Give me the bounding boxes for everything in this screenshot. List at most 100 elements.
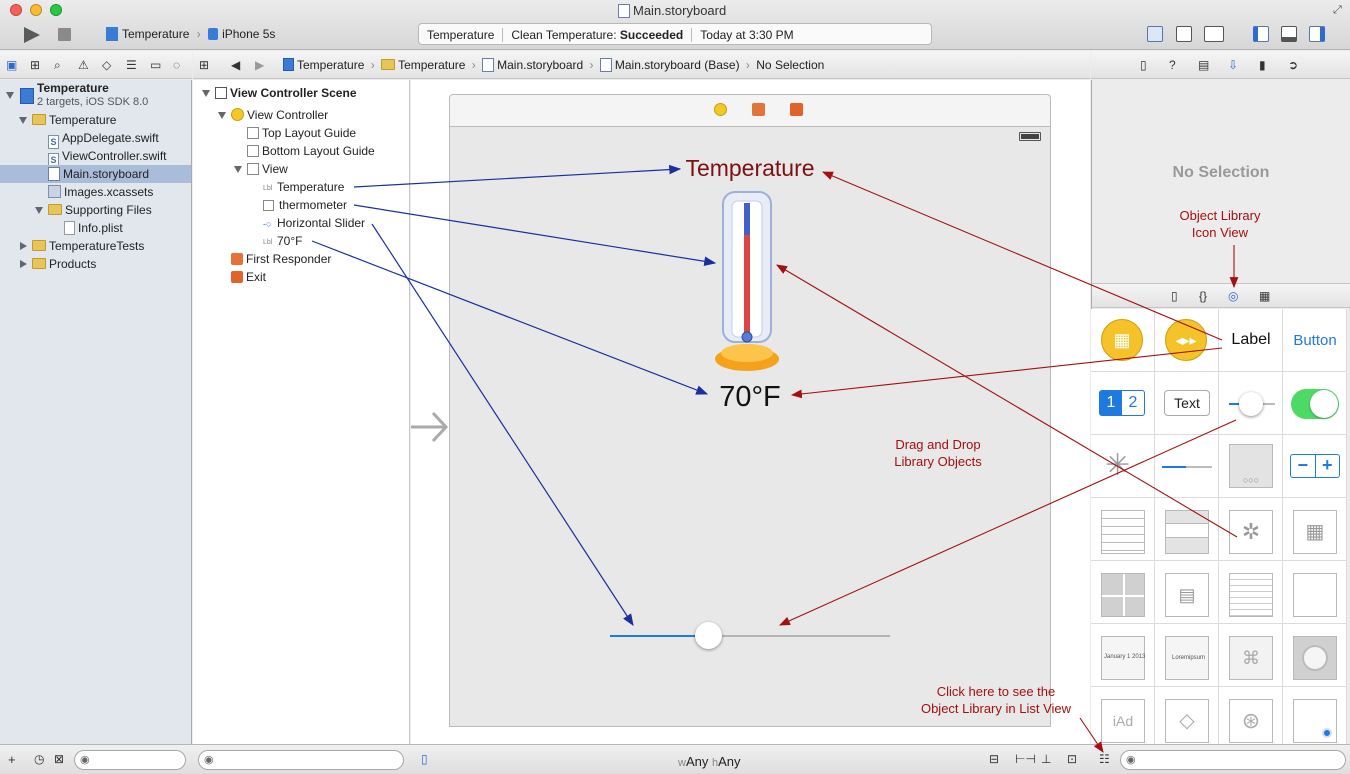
library-item-button[interactable]: Button [1283, 309, 1347, 372]
library-item-text-field[interactable]: Text [1155, 372, 1219, 435]
attributes-inspector-icon[interactable]: ⇩ [1228, 58, 1238, 72]
test-navigator-icon[interactable]: ◇ [102, 58, 111, 72]
toggle-navigator-icon[interactable] [1253, 26, 1269, 42]
outline-item[interactable]: Top Layout Guide [193, 124, 409, 142]
assistant-editor-icon[interactable] [1176, 26, 1192, 42]
tree-item[interactable]: S AppDelegate.swift [0, 129, 191, 149]
zoom-window-button[interactable] [50, 4, 62, 16]
align-icon[interactable]: ⊟ [989, 752, 999, 766]
library-item-date-picker[interactable]: January 1 2013 [1091, 624, 1155, 687]
library-item-collection-cell[interactable] [1091, 561, 1155, 624]
library-item-collection-view[interactable]: ▦ [1283, 498, 1347, 561]
outline-item[interactable]: Lbl 70°F [193, 232, 409, 250]
library-item-map-view[interactable]: ⌘ [1219, 624, 1283, 687]
outline-item[interactable]: Bottom Layout Guide [193, 142, 409, 160]
size-inspector-icon[interactable]: ▮ [1259, 58, 1266, 72]
library-item-table-cell[interactable] [1155, 498, 1219, 561]
outline-item[interactable]: View [193, 160, 409, 178]
minimize-window-button[interactable] [30, 4, 42, 16]
library-item-label[interactable]: Label [1219, 309, 1283, 372]
breadcrumb-selection[interactable]: No Selection [756, 58, 824, 72]
library-item-glkit-view[interactable] [1283, 624, 1347, 687]
list-view-icon[interactable]: ☷ [1099, 752, 1110, 766]
file-template-library-icon[interactable]: ▯ [1171, 289, 1178, 303]
resolve-icon[interactable]: ⊥ [1041, 752, 1051, 766]
find-navigator-icon[interactable]: ⌕ [54, 58, 61, 73]
outline-item[interactable]: First Responder [193, 250, 409, 268]
disclosure-triangle-icon[interactable] [6, 92, 14, 99]
tree-item[interactable]: S ViewController.swift [0, 147, 191, 167]
first-responder-icon[interactable] [752, 103, 765, 116]
view-controller-icon[interactable] [714, 103, 727, 116]
connections-inspector-icon[interactable]: ➲ [1288, 58, 1298, 72]
slider-thumb[interactable] [694, 622, 722, 649]
outline-item[interactable]: -○ Horizontal Slider [193, 214, 409, 232]
resizing-icon[interactable]: ⊡ [1067, 752, 1077, 766]
library-item-ad-banner[interactable]: iAd [1091, 687, 1155, 750]
toggle-utilities-icon[interactable] [1309, 26, 1325, 42]
tree-item[interactable]: TemperatureTests [0, 237, 191, 255]
tree-item[interactable]: Supporting Files [0, 201, 191, 219]
forward-icon[interactable]: ▶ [255, 58, 264, 72]
tree-item[interactable]: Temperature [0, 111, 191, 129]
library-item-switch[interactable] [1283, 372, 1347, 435]
navigator-filter-field[interactable]: ◉ [74, 750, 186, 770]
library-item-table-view[interactable] [1091, 498, 1155, 561]
library-item-container[interactable] [1283, 687, 1347, 750]
fullscreen-icon[interactable]: ⤢ [1333, 4, 1342, 17]
stop-button[interactable] [58, 28, 71, 41]
library-filter-field[interactable]: ◉ [1120, 750, 1346, 770]
library-item-view[interactable] [1283, 561, 1347, 624]
related-items-icon[interactable]: ⊞ [199, 58, 209, 72]
code-snippet-library-icon[interactable]: {} [1199, 289, 1207, 303]
log-navigator-icon[interactable]: ◌ [173, 58, 180, 72]
breakpoint-navigator-icon[interactable]: ▭ [150, 58, 161, 72]
run-button[interactable] [22, 26, 42, 44]
outline-item[interactable]: View Controller [193, 106, 409, 124]
debug-navigator-icon[interactable]: ☰ [126, 58, 137, 72]
library-item-activity-indicator[interactable]: ✳ [1091, 435, 1155, 498]
outline-item[interactable]: Lbl Temperature [193, 178, 409, 196]
library-item-collection-reusable-view[interactable]: ▤ [1155, 561, 1219, 624]
object-library-icon[interactable]: ◎ [1228, 289, 1238, 303]
quick-help-icon[interactable]: ? [1169, 58, 1176, 72]
outline-item[interactable]: Exit [193, 268, 409, 286]
library-item-stepper[interactable]: − + [1283, 435, 1347, 498]
library-item-view-controller[interactable]: ▦ [1091, 309, 1155, 372]
breadcrumb-group[interactable]: Temperature [398, 58, 465, 72]
tree-item-selected[interactable]: Main.storyboard [0, 165, 191, 183]
thermometer-image[interactable] [712, 191, 782, 373]
standard-editor-icon[interactable] [1147, 26, 1163, 42]
breadcrumb-file[interactable]: Main.storyboard [497, 58, 583, 72]
tree-item[interactable]: Images.xcassets [0, 183, 191, 201]
toggle-debug-area-icon[interactable] [1281, 26, 1297, 42]
library-item-slider[interactable] [1219, 372, 1283, 435]
size-class-selector[interactable]: wAny hAny [678, 754, 741, 769]
device-selector[interactable]: iPhone 5s [222, 27, 275, 41]
identity-inspector-icon[interactable]: ▤ [1198, 58, 1209, 72]
library-item-av-player[interactable]: ◂▸▸ [1155, 309, 1219, 372]
pin-icon[interactable]: ⊢⊣ [1015, 752, 1036, 766]
filter-icon[interactable]: ⊠ [54, 752, 64, 766]
scene-row[interactable]: View Controller Scene [193, 84, 409, 102]
library-item-image-view[interactable]: ✲ [1219, 498, 1283, 561]
temperature-value-label[interactable]: 70°F [450, 381, 1050, 414]
view-controller-view[interactable]: Temperature 70°F [449, 126, 1051, 727]
library-item-scenekit-view[interactable]: ◇ [1155, 687, 1219, 750]
exit-icon[interactable] [790, 103, 803, 116]
title-label[interactable]: Temperature [450, 155, 1050, 182]
library-item-text-view[interactable] [1219, 561, 1283, 624]
library-item-progress-view[interactable] [1155, 435, 1219, 498]
symbol-navigator-icon[interactable]: ⊞ [30, 58, 40, 72]
back-icon[interactable]: ◀ [231, 58, 240, 72]
project-root-row[interactable]: Temperature 2 targets, iOS SDK 8.0 [0, 81, 191, 111]
outline-filter-field[interactable]: ◉ [198, 750, 404, 770]
close-window-button[interactable] [10, 4, 22, 16]
recent-files-icon[interactable]: ◷ [34, 752, 44, 766]
toggle-outline-icon[interactable]: ▯ [421, 752, 428, 766]
library-item-segmented-control[interactable]: 12 [1091, 372, 1155, 435]
version-editor-icon[interactable] [1204, 26, 1224, 42]
issue-navigator-icon[interactable]: ⚠ [78, 58, 89, 72]
library-item-web-view[interactable]: ⊛ [1219, 687, 1283, 750]
outline-item[interactable]: thermometer [193, 196, 409, 214]
